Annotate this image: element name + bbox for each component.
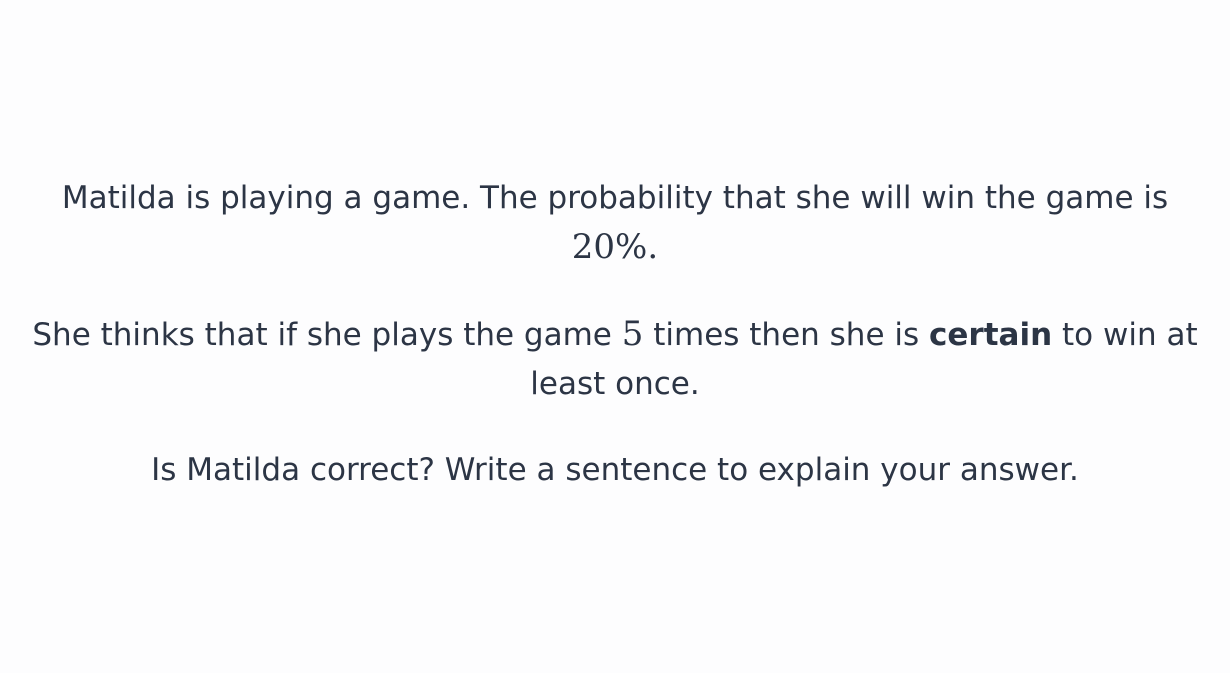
certain-emphasis: certain [929,317,1053,353]
prompt-text: Is Matilda correct? Write a sentence to … [151,452,1079,488]
question-text: Matilda is playing a game. The probabili… [0,174,1230,495]
question-paragraph-3: Is Matilda correct? Write a sentence to … [0,446,1230,495]
probability-statement: Matilda is playing a game. The probabili… [61,180,1169,216]
question-slide: Matilda is playing a game. The probabili… [0,0,1230,673]
probability-value: 20% [571,227,648,267]
question-paragraph-2: She thinks that if she plays the game 5 … [0,310,1230,409]
claim-text-start: She thinks that if she plays the game [32,317,612,353]
question-paragraph-1: Matilda is playing a game. The probabili… [0,174,1230,273]
play-count: 5 [621,314,644,354]
claim-text-middle: times then she is [653,317,920,353]
period: . [647,227,659,267]
